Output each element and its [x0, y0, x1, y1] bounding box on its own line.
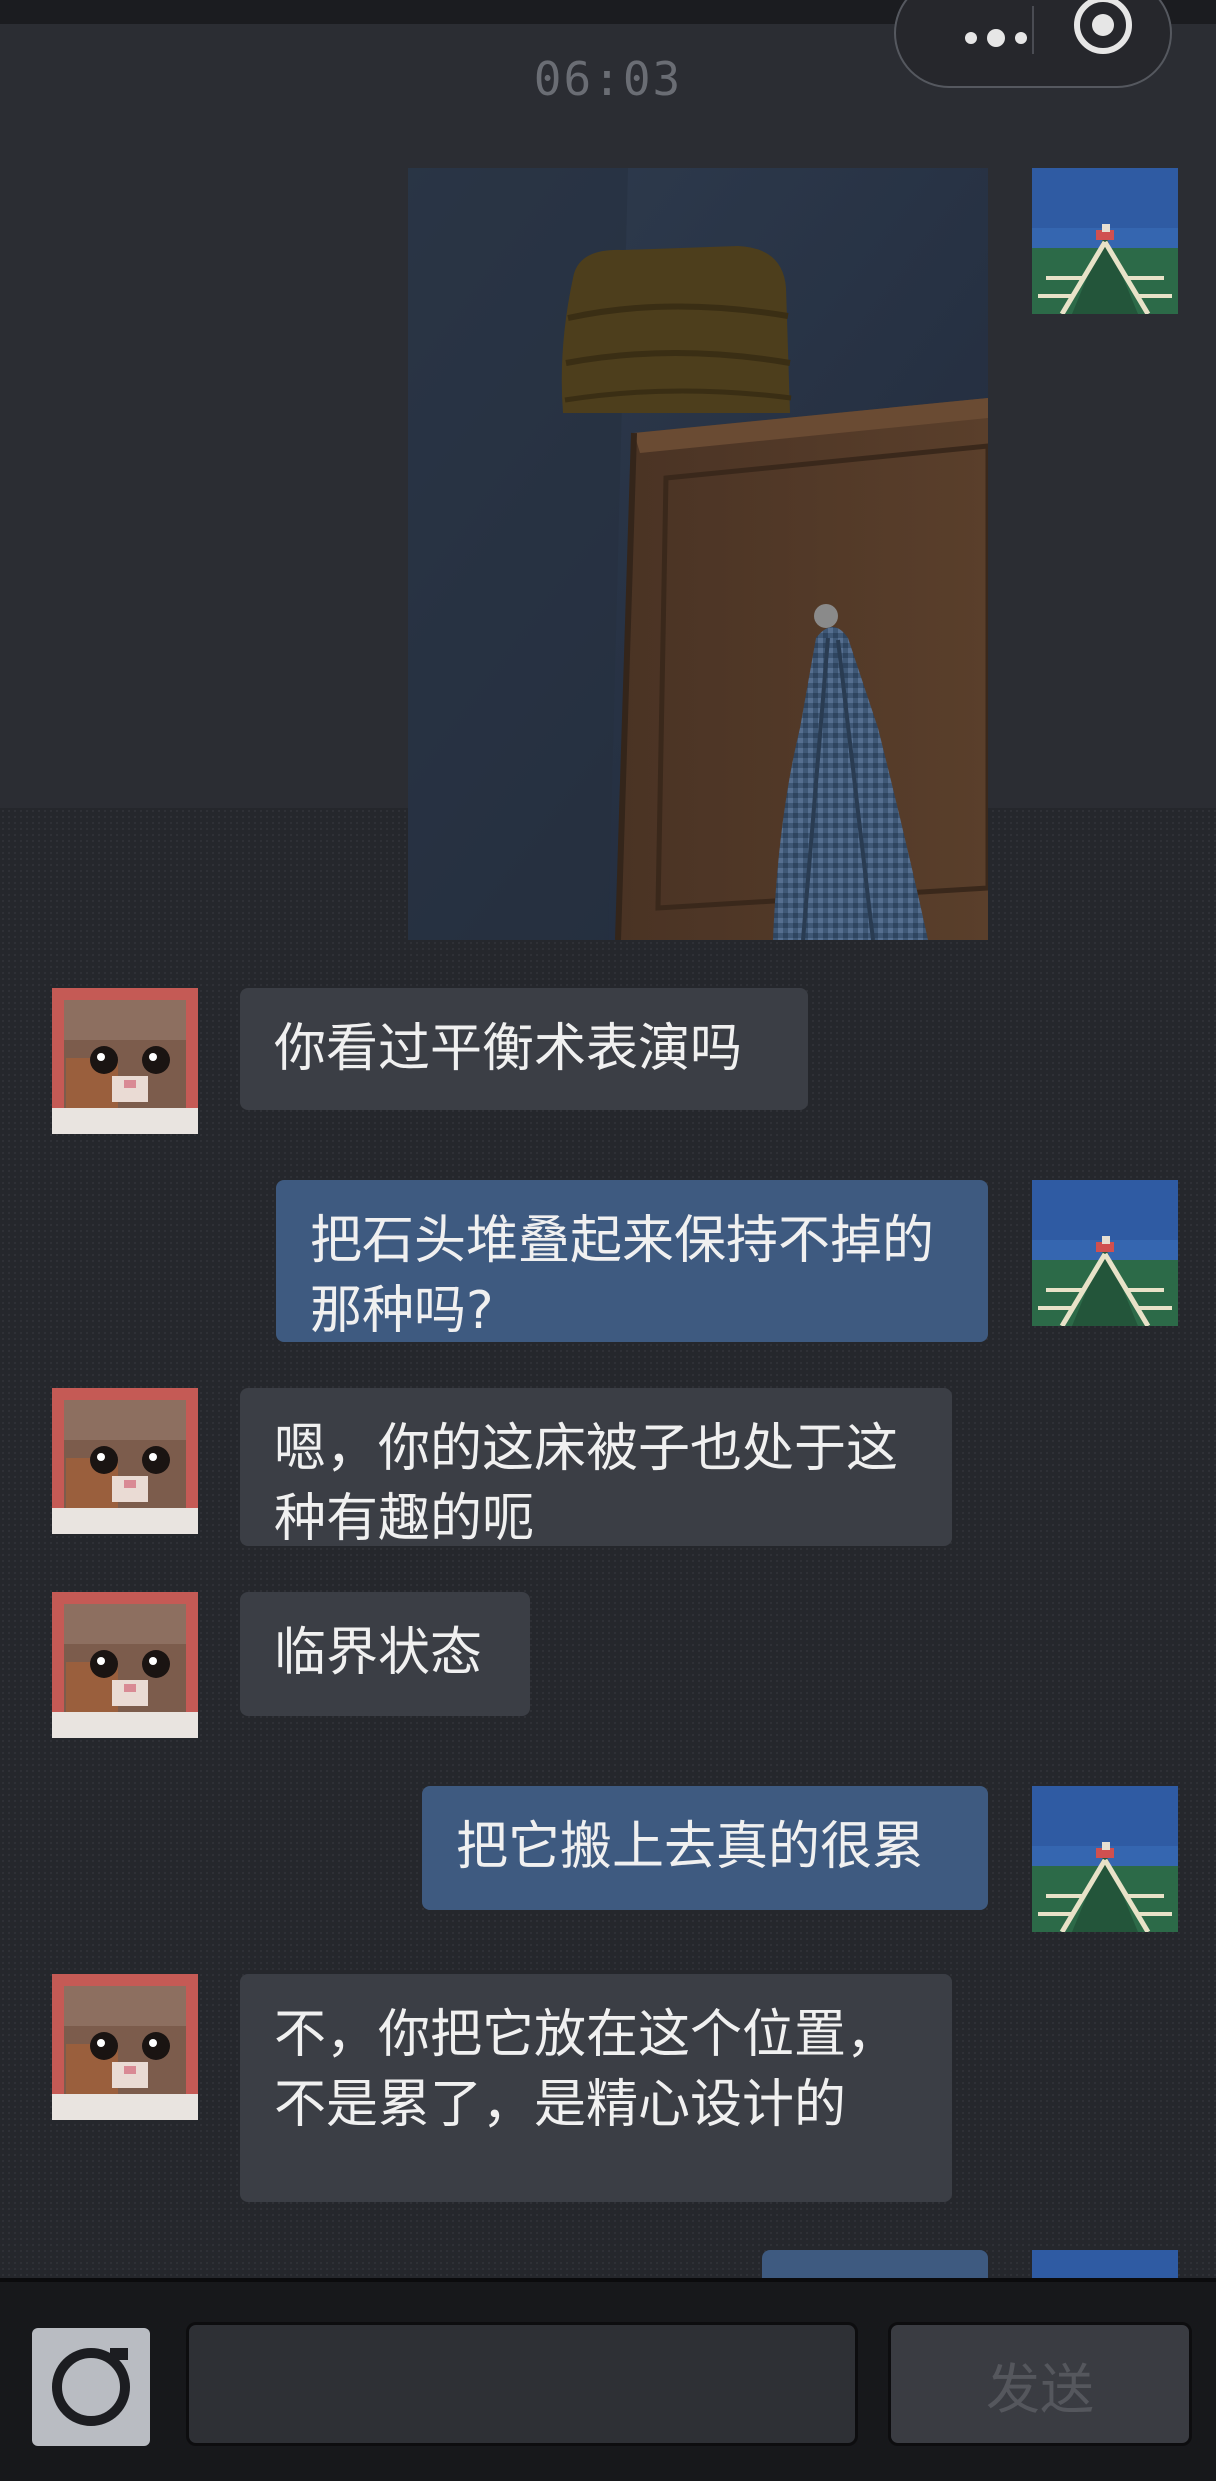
camera-button[interactable]: [32, 2328, 150, 2446]
user-avatar[interactable]: [1032, 168, 1178, 314]
contact-avatar[interactable]: [52, 1388, 198, 1534]
mini-program-capsule: [894, 0, 1172, 88]
more-dots-icon[interactable]: [936, 18, 1056, 58]
chat-scroll-area[interactable]: 06:03 你看过平衡术表演吗 把石头堆叠起来保持不掉的那种吗? 嗯，你的这床被…: [0, 0, 1216, 2278]
pixel-landscape-avatar: [1032, 168, 1178, 314]
message-photo[interactable]: [408, 168, 988, 940]
pixel-cat-avatar: [52, 1388, 198, 1534]
user-avatar[interactable]: [1032, 1180, 1178, 1326]
message-bubble-outgoing[interactable]: 把石头堆叠起来保持不掉的那种吗?: [276, 1180, 988, 1342]
message-input[interactable]: [186, 2322, 858, 2446]
send-button[interactable]: 发送: [888, 2322, 1192, 2446]
message-bubble-incoming[interactable]: 你看过平衡术表演吗: [240, 988, 808, 1110]
pixel-cat-avatar: [52, 988, 198, 1134]
pixel-landscape-avatar: [1032, 2250, 1178, 2278]
pixel-landscape-avatar: [1032, 1180, 1178, 1326]
pixel-cat-avatar: [52, 1974, 198, 2120]
input-bar: 发送: [0, 2278, 1216, 2481]
pixel-cat-avatar: [52, 1592, 198, 1738]
wardrobe-photo: [408, 168, 988, 940]
pixel-landscape-avatar: [1032, 1786, 1178, 1932]
message-bubble-incoming[interactable]: 不，你把它放在这个位置，不是累了，是精心设计的: [240, 1974, 952, 2202]
user-avatar[interactable]: [1032, 1786, 1178, 1932]
contact-avatar[interactable]: [52, 1974, 198, 2120]
capsule-divider: [1032, 6, 1034, 54]
message-bubble-outgoing[interactable]: 把它搬上去真的很累: [422, 1786, 988, 1910]
contact-avatar[interactable]: [52, 988, 198, 1134]
contact-avatar[interactable]: [52, 1592, 198, 1738]
target-circle-icon[interactable]: [1072, 0, 1134, 56]
message-bubble-outgoing-partial[interactable]: [762, 2250, 988, 2278]
message-bubble-incoming[interactable]: 嗯，你的这床被子也处于这种有趣的呃: [240, 1388, 952, 1549]
user-avatar-partial[interactable]: [1032, 2250, 1178, 2278]
camera-icon: [52, 2348, 130, 2426]
message-bubble-incoming[interactable]: 临界状态: [240, 1592, 530, 1716]
